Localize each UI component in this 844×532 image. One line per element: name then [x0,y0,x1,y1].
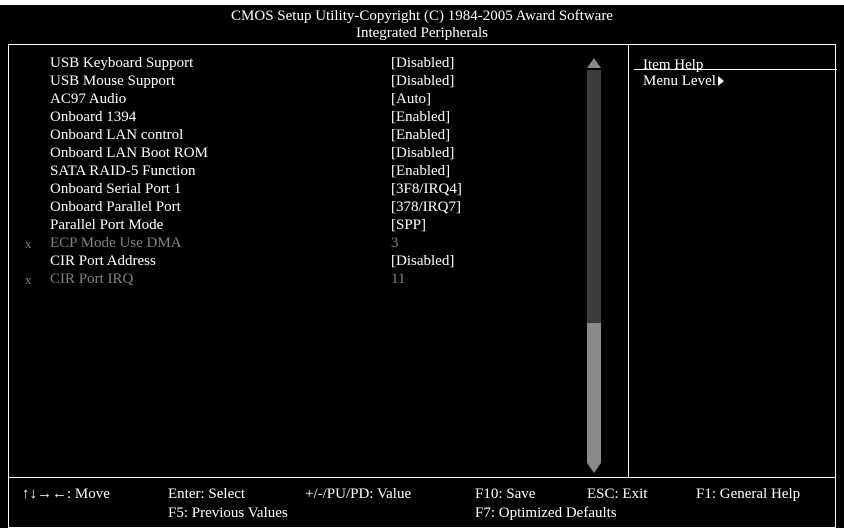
setting-label: Onboard LAN control [50,127,184,143]
setting-value[interactable]: [Enabled] [391,127,450,144]
triangle-right-icon [717,75,724,86]
footer-optimized-defaults: F7: Optimized Defaults [475,505,617,521]
bottom-border [0,528,844,532]
key-help-footer: ↑↓→←: Move Enter: Select +/-/PU/PD: Valu… [8,478,836,528]
setting-value[interactable]: [Enabled] [391,163,450,180]
setting-row[interactable]: USB Keyboard Support [Disabled] [0,55,600,72]
setting-label: USB Mouse Support [50,73,176,89]
setting-value[interactable]: [SPP] [391,217,426,234]
setting-row[interactable]: Onboard Parallel Port [378/IRQ7] [0,199,600,216]
setting-row[interactable]: USB Mouse Support [Disabled] [0,73,600,90]
setting-row[interactable]: AC97 Audio [Auto] [0,91,600,108]
setting-label: Onboard Serial Port 1 [50,181,182,197]
setting-row[interactable]: SATA RAID-5 Function [Enabled] [0,163,600,180]
footer-enter: Enter: Select [168,486,246,502]
unavailable-mark: x [25,272,32,287]
page-title: Integrated Peripherals [355,25,489,41]
setting-label: SATA RAID-5 Function [50,163,196,179]
footer-previous-values: F5: Previous Values [168,505,288,521]
setting-value[interactable]: [Disabled] [391,145,454,162]
setting-label: USB Keyboard Support [50,55,194,71]
footer-move: ↑↓→←: Move [22,486,110,502]
unavailable-mark: x [25,236,32,251]
setting-value[interactable]: [Disabled] [391,253,454,270]
setting-row: x CIR Port IRQ 11 [0,271,600,288]
setting-label: AC97 Audio [50,91,127,107]
setting-label: Onboard 1394 [50,109,137,125]
footer-value: +/-/PU/PD: Value [305,486,412,502]
setting-row[interactable]: Onboard LAN control [Enabled] [0,127,600,144]
menu-level-text: Menu Level [643,73,716,89]
setting-label: Parallel Port Mode [50,217,164,233]
footer-general-help: F1: General Help [696,486,801,502]
setting-label: Onboard LAN Boot ROM [50,145,208,161]
setting-row[interactable]: Onboard 1394 [Enabled] [0,109,600,126]
setting-value: 11 [391,271,406,287]
setting-label: CIR Port Address [50,253,156,269]
setting-value[interactable]: [Disabled] [391,55,454,72]
setting-label: CIR Port IRQ [50,271,134,287]
setting-row[interactable]: Onboard LAN Boot ROM [Disabled] [0,145,600,162]
setting-row[interactable]: CIR Port Address [Disabled] [0,253,600,270]
setting-row: x ECP Mode Use DMA 3 [0,235,600,252]
setting-label: ECP Mode Use DMA [50,235,182,251]
setting-value: 3 [391,235,399,251]
setting-value[interactable]: [Auto] [391,91,431,108]
scroll-up-arrow-icon[interactable] [587,58,601,68]
setting-value[interactable]: [3F8/IRQ4] [391,181,462,198]
item-help-underline [634,69,837,70]
setting-value[interactable]: [378/IRQ7] [391,199,461,216]
scrollbar-thumb[interactable] [587,323,601,463]
item-help-title: Item Help [643,57,704,73]
setting-row[interactable]: Onboard Serial Port 1 [3F8/IRQ4] [0,181,600,198]
bios-screen: CMOS Setup Utility-Copyright (C) 1984-20… [0,0,844,532]
setting-label: Onboard Parallel Port [50,199,181,215]
setting-value[interactable]: [Enabled] [391,109,450,126]
title-area: CMOS Setup Utility-Copyright (C) 1984-20… [0,5,844,45]
panel-divider [628,45,629,477]
footer-save: F10: Save [475,486,536,502]
setting-value[interactable]: [Disabled] [391,73,454,90]
scroll-down-arrow-icon[interactable] [587,463,601,473]
setting-row[interactable]: Parallel Port Mode [SPP] [0,217,600,234]
footer-exit: ESC: Exit [587,486,648,502]
menu-level-label: Menu Level [643,73,724,90]
utility-title: CMOS Setup Utility-Copyright (C) 1984-20… [231,8,613,24]
